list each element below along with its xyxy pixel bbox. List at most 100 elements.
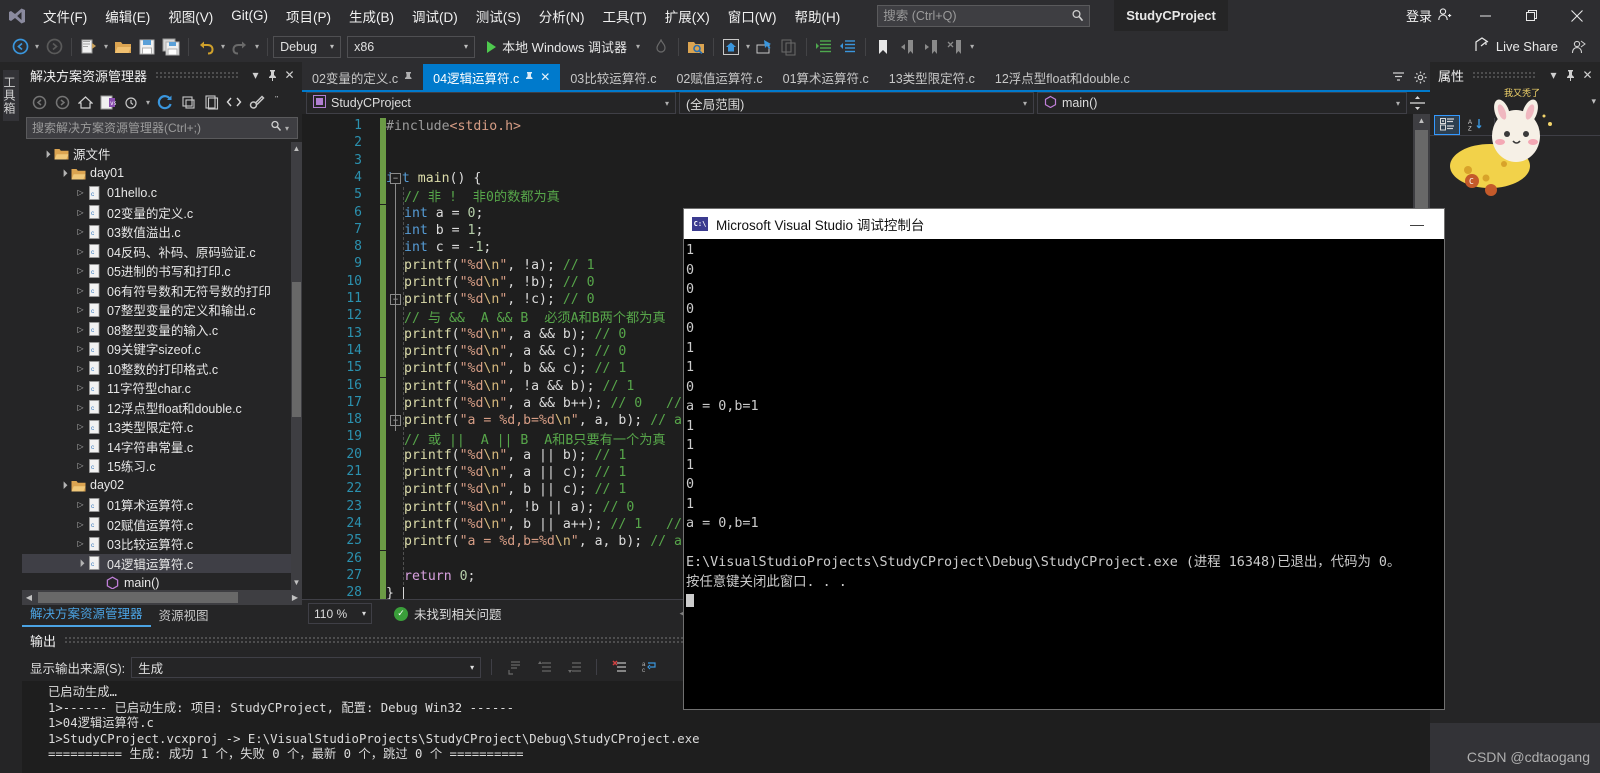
tree-folder-row[interactable]: ◢ day01 xyxy=(22,164,302,184)
tab-resource-view[interactable]: 资源视图 xyxy=(151,603,217,627)
tree-file-row[interactable]: ▷ c 02赋值运算符.c xyxy=(22,515,302,535)
code-line[interactable]: printf("%d \n ", a || b); // 1 xyxy=(404,447,626,464)
save-all-icon[interactable] xyxy=(159,34,183,60)
chevron-down-icon[interactable]: ▾ xyxy=(1545,65,1562,85)
editor-tab[interactable]: 03比较运算符.c xyxy=(560,64,666,90)
editor-tab[interactable]: 01算术运算符.c xyxy=(773,64,879,90)
open-file-icon[interactable] xyxy=(111,34,135,60)
platform-selector[interactable]: x86 ▾ xyxy=(347,35,476,58)
code-line[interactable]: printf("%d \n ", !b || a); // 0 xyxy=(404,499,634,516)
indent-icon[interactable] xyxy=(812,34,836,60)
menu-item-git[interactable]: Git(G) xyxy=(222,0,277,31)
code-line[interactable]: printf("%d \n ", !b); // 0 xyxy=(404,274,595,291)
navigate-back-icon[interactable] xyxy=(8,34,32,60)
code-line[interactable]: printf("%d \n ", !a); // 1 xyxy=(404,256,595,273)
menu-item-project[interactable]: 项目(P) xyxy=(277,0,340,31)
code-line[interactable]: return 0; xyxy=(404,568,476,585)
global-search[interactable] xyxy=(877,4,1091,27)
toggle-word-wrap-icon[interactable]: ac xyxy=(637,656,661,678)
home-icon[interactable] xyxy=(719,34,743,60)
tree-file-row[interactable]: ▷ c 02变量的定义.c xyxy=(22,203,302,223)
output-source-selector[interactable]: 生成 ▾ xyxy=(131,656,482,678)
search-input[interactable] xyxy=(883,6,1069,25)
clear-all-icon[interactable] xyxy=(607,656,631,678)
console-output[interactable]: 1 0 0 0 0 1 1 0 a = 0,b=1 1 1 1 0 1 a = 0,b=1 E:\Visua… xyxy=(684,239,1444,612)
redo-dropdown-icon[interactable]: ▾ xyxy=(252,42,262,51)
code-line[interactable]: printf("%d \n ", a && b); // 0 xyxy=(404,326,626,343)
console-minimize-button[interactable]: — xyxy=(1398,216,1436,232)
chevron-down-icon[interactable]: ▾ xyxy=(247,65,264,85)
pin-icon[interactable] xyxy=(1562,65,1579,85)
undo-icon[interactable] xyxy=(194,34,218,60)
editor-tab[interactable]: 02变量的定义.c xyxy=(302,64,423,90)
find-in-files-icon[interactable] xyxy=(684,34,708,60)
scroll-up-icon[interactable]: ▲ xyxy=(291,142,302,156)
properties-grid[interactable] xyxy=(1430,162,1600,723)
show-all-files-icon[interactable] xyxy=(200,91,222,113)
expand-arrow-icon[interactable]: ◢ xyxy=(56,478,71,493)
home-icon[interactable] xyxy=(74,91,96,113)
code-line[interactable]: int b = 1; xyxy=(404,222,483,239)
configuration-selector[interactable]: Debug ▾ xyxy=(273,35,342,58)
tree-folder-row[interactable]: ◢ 源文件 xyxy=(22,144,302,164)
back-dropdown-icon[interactable]: ▾ xyxy=(32,42,42,51)
pin-icon[interactable] xyxy=(264,65,281,85)
code-line[interactable]: // 与 && A && B 必须A和B两个都为真 xyxy=(404,308,666,326)
refresh-icon[interactable] xyxy=(154,91,176,113)
scroll-right-icon[interactable]: ▶ xyxy=(288,593,302,602)
collapse-arrow-icon[interactable]: ▷ xyxy=(74,403,87,412)
menu-item-test[interactable]: 测试(S) xyxy=(467,0,530,31)
home-dropdown-icon[interactable]: ▾ xyxy=(743,42,753,51)
chevron-down-icon[interactable]: ▾ xyxy=(143,98,153,107)
tree-file-row[interactable]: ▷ c 05进制的书写和打印.c xyxy=(22,261,302,281)
code-line[interactable]: printf("%d \n ", a || c); // 1 xyxy=(404,464,626,481)
tree-horizontal-scrollbar[interactable]: ◀ ▶ xyxy=(22,590,302,605)
code-view-icon[interactable] xyxy=(223,91,245,113)
collapse-arrow-icon[interactable]: ▷ xyxy=(74,227,87,236)
tree-file-row[interactable]: ▷ c 01算术运算符.c xyxy=(22,495,302,515)
code-line[interactable]: printf("a = %d,b=%d \n ", a, b); // a xyxy=(404,412,682,429)
toolbox-tab[interactable]: 工具箱 xyxy=(2,70,19,121)
tree-file-row[interactable]: ▷ c 06有符号数和无符号数的打印 xyxy=(22,281,302,301)
code-line[interactable]: printf("%d \n ", !a && b); // 1 xyxy=(404,378,634,395)
collapse-arrow-icon[interactable]: ▷ xyxy=(74,344,87,353)
collapse-arrow-icon[interactable]: ▷ xyxy=(74,325,87,334)
menu-item-help[interactable]: 帮助(H) xyxy=(785,0,849,31)
collapse-all-icon[interactable] xyxy=(177,91,199,113)
collapse-arrow-icon[interactable]: ▷ xyxy=(74,286,87,295)
tree-file-row[interactable]: ▷ c 08整型变量的输入.c xyxy=(22,320,302,340)
solution-tree[interactable]: ◢ 源文件 ◢ day01 ▷ c 01hello.c ▷ c 02变量的定义.c ▷ c 03数值溢出… xyxy=(22,142,302,590)
code-line[interactable]: printf("%d \n ", !c); // 0 xyxy=(404,291,595,308)
expand-arrow-icon[interactable]: ◢ xyxy=(39,146,54,161)
menu-item-debug[interactable]: 调试(D) xyxy=(403,0,467,31)
debug-console-window[interactable]: C:\ Microsoft Visual Studio 调试控制台 — 1 0 0 0… xyxy=(684,209,1444,709)
tree-file-row[interactable]: ▷ c 10整数的打印格式.c xyxy=(22,359,302,379)
scroll-left-icon[interactable]: ◀ xyxy=(22,593,36,602)
menu-item-extensions[interactable]: 扩展(X) xyxy=(656,0,719,31)
code-line[interactable]: printf("%d \n ", b || a++); // 1 // xyxy=(404,516,682,533)
pin-icon[interactable] xyxy=(525,71,534,84)
tree-file-row[interactable]: ▷ c 09关键字sizeof.c xyxy=(22,339,302,359)
tree-file-row[interactable]: ▷ c 01hello.c xyxy=(22,183,302,203)
close-icon[interactable]: ✕ xyxy=(281,65,298,85)
gear-icon[interactable] xyxy=(1410,67,1430,87)
menu-item-view[interactable]: 视图(V) xyxy=(159,0,222,31)
tree-folder-row[interactable]: ◢ day02 xyxy=(22,476,302,496)
start-debugging-button[interactable]: 本地 Windows 调试器 ▾ xyxy=(481,34,649,60)
outdent-icon[interactable] xyxy=(836,34,860,60)
editor-tab[interactable]: 04逻辑运算符.c ✕ xyxy=(423,64,561,90)
save-icon[interactable] xyxy=(135,34,159,60)
fold-toggle-icon[interactable]: − xyxy=(390,172,401,184)
expand-arrow-icon[interactable]: ◢ xyxy=(56,166,71,181)
tree-file-row[interactable]: ▷ c 12浮点型float和double.c xyxy=(22,398,302,418)
zoom-selector[interactable]: 110 % ▾ xyxy=(308,603,372,624)
code-line[interactable]: printf("a = %d,b=%d \n ", a, b); // a xyxy=(404,533,682,550)
menu-item-edit[interactable]: 编辑(E) xyxy=(96,0,159,31)
menu-item-build[interactable]: 生成(B) xyxy=(340,0,403,31)
toolbar-overflow-icon[interactable]: ▾ xyxy=(967,42,977,51)
menu-item-window[interactable]: 窗口(W) xyxy=(719,0,786,31)
tree-member-row[interactable]: main() xyxy=(22,573,302,590)
bookmark-icon[interactable] xyxy=(871,34,895,60)
code-line[interactable]: int a = 0; xyxy=(404,205,483,222)
collapse-arrow-icon[interactable]: ▷ xyxy=(74,188,87,197)
